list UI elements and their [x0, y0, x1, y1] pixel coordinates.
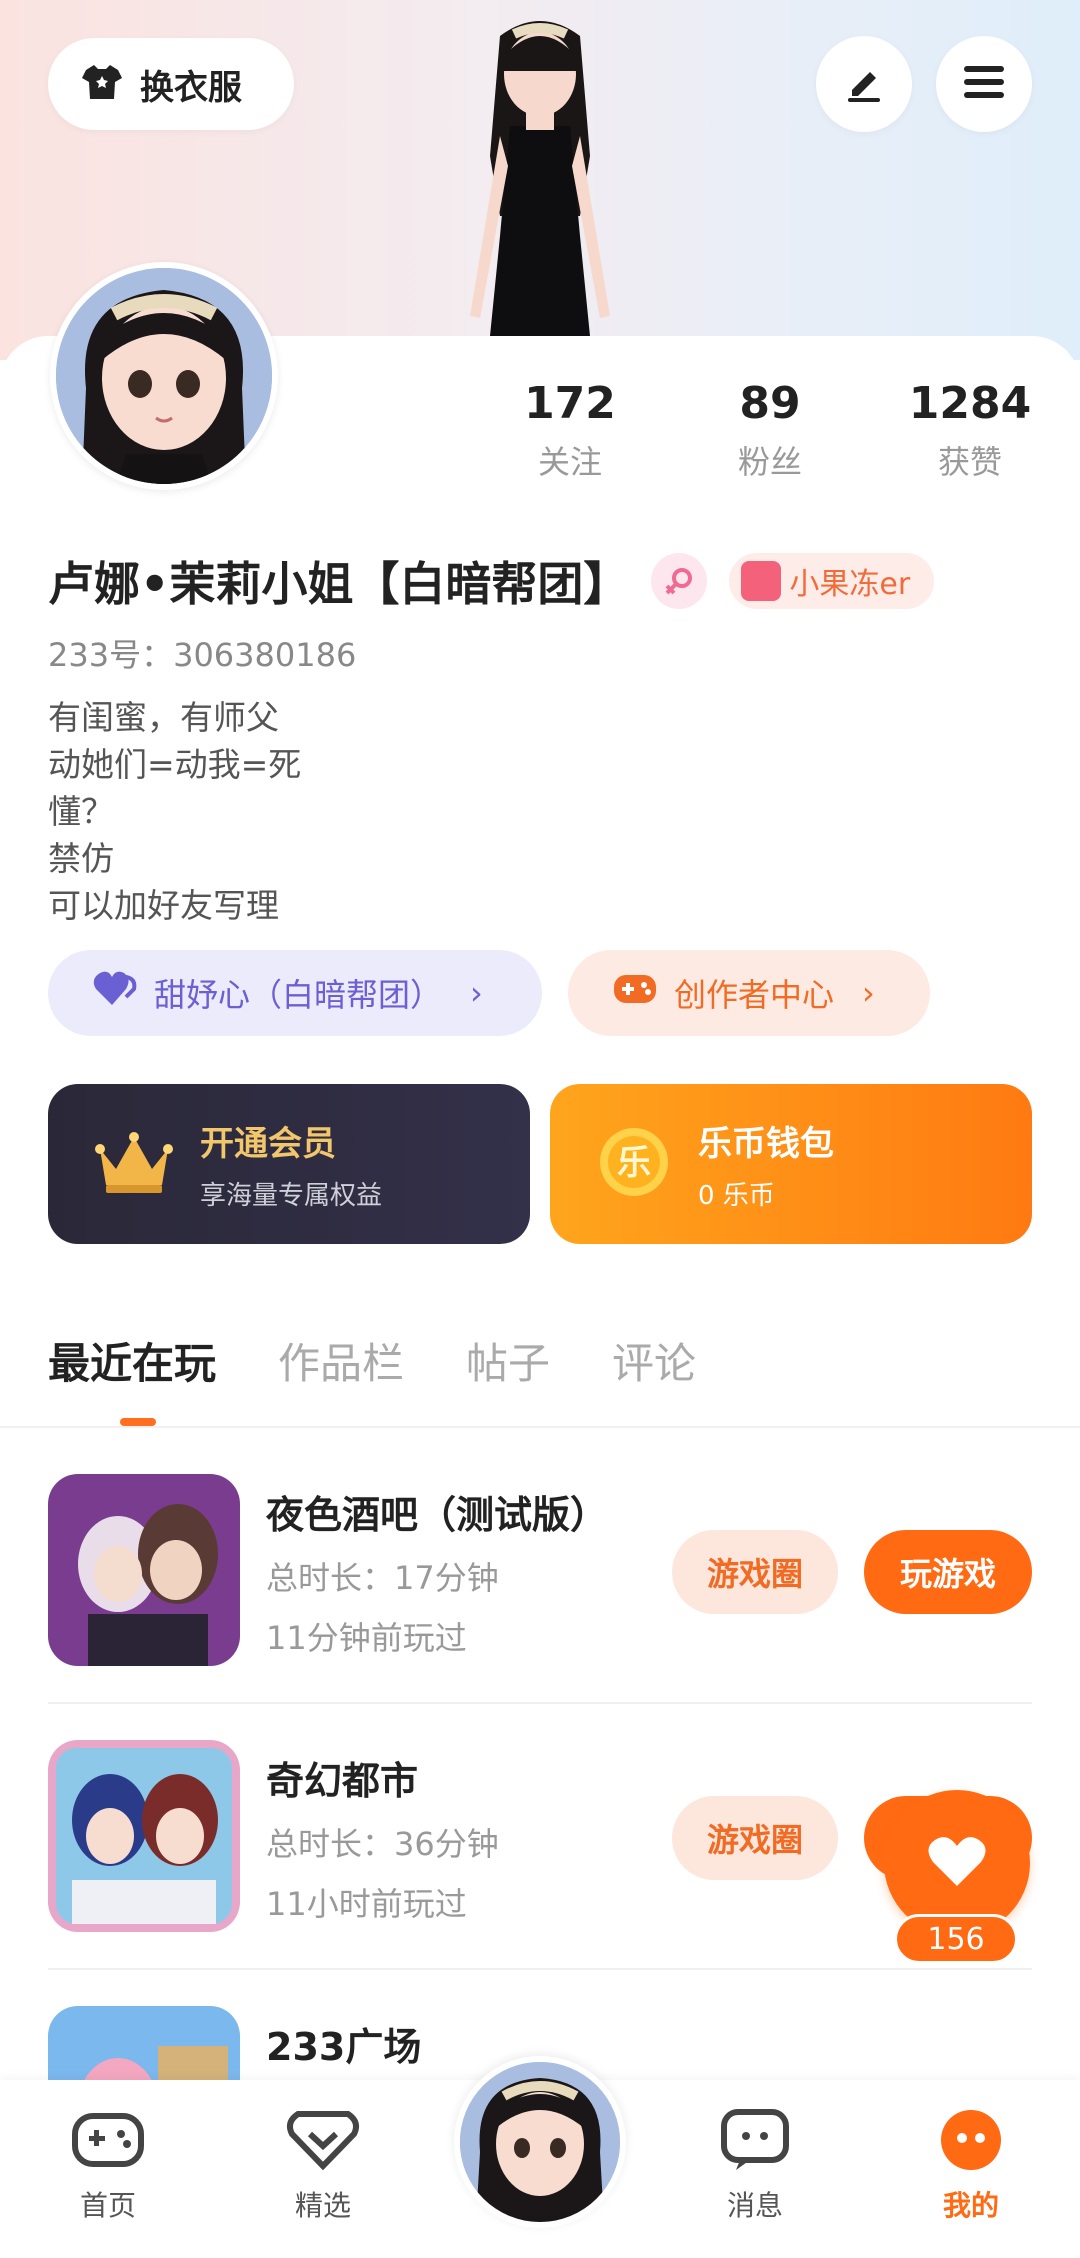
avatar-character-figure[interactable]	[430, 16, 650, 336]
game-last-played: 11分钟前玩过	[266, 1619, 467, 1657]
nav-home[interactable]: 首页	[33, 2108, 183, 2224]
game-info: 233广场	[266, 2016, 421, 2071]
heart-group-icon	[92, 969, 138, 1017]
play-game-button[interactable]: 玩游戏	[864, 1530, 1032, 1614]
divider	[48, 1702, 1032, 1704]
bio-line: 懂？	[48, 792, 114, 831]
game-circle-button[interactable]: 游戏圈	[672, 1530, 838, 1614]
edit-profile-button[interactable]	[816, 36, 912, 132]
creator-center-button[interactable]: 创作者中心 ›	[568, 950, 930, 1036]
game-title: 夜色酒吧（测试版）	[266, 1493, 609, 1537]
name-row: 卢娜•茉莉小姐【白暗帮团】 小果冻er	[48, 548, 935, 614]
game-duration: 总时长：36分钟	[266, 1825, 499, 1863]
nav-featured[interactable]: 精选	[248, 2108, 398, 2224]
stat-likes[interactable]: 1284 获赞	[870, 378, 1070, 483]
heart-icon	[927, 1834, 987, 1892]
nav-label: 我的	[942, 2189, 999, 2222]
group-pill-button[interactable]: 甜妤心（白暗帮团） ›	[48, 950, 542, 1036]
group-pill-label: 甜妤心（白暗帮团）	[154, 976, 443, 1014]
stat-label: 粉丝	[737, 443, 802, 481]
stat-following[interactable]: 172 关注	[470, 378, 670, 483]
profile-name: 卢娜•茉莉小姐【白暗帮团】	[48, 557, 630, 611]
game-title: 奇幻都市	[266, 1759, 419, 1803]
membership-title: 开通会员	[200, 1124, 336, 1164]
tab-recent-played[interactable]: 最近在玩	[48, 1330, 216, 1391]
user-id: 233号：306380186	[48, 636, 357, 674]
profile-tabs: 最近在玩 作品栏 帖子 评论	[48, 1330, 696, 1391]
shirt-icon	[82, 63, 122, 105]
badge-icon	[741, 561, 782, 601]
chevron-right-icon: ›	[862, 974, 875, 1012]
game-thumbnail[interactable]	[48, 1474, 240, 1666]
profile-avatar[interactable]	[50, 262, 278, 490]
creator-center-label: 创作者中心	[674, 976, 835, 1014]
divider	[48, 1968, 1032, 1970]
user-tag-label: 小果冻er	[789, 567, 911, 602]
bio-line: 可以加好友写理	[48, 886, 279, 925]
hamburger-icon	[962, 62, 1006, 106]
tab-works[interactable]: 作品栏	[278, 1330, 404, 1391]
profile-bio: 有闺蜜，有师父 动她们=动我=死 懂？ 禁仿 可以加好友写理	[48, 694, 301, 929]
active-tab-indicator	[120, 1418, 156, 1426]
menu-button[interactable]	[936, 36, 1032, 132]
chevron-right-icon: ›	[470, 974, 483, 1012]
change-outfit-label: 换衣服	[140, 67, 242, 108]
stat-label: 关注	[537, 443, 602, 481]
stat-value: 1284	[908, 378, 1032, 429]
tab-posts[interactable]: 帖子	[466, 1330, 550, 1391]
profile-face-icon	[934, 2110, 1008, 2176]
membership-subtitle: 享海量专属权益	[200, 1181, 383, 1211]
stat-label: 获赞	[937, 443, 1002, 481]
nav-avatar-button[interactable]	[454, 2056, 626, 2228]
stat-value: 89	[739, 378, 801, 429]
coin-icon: 乐	[596, 1124, 672, 1204]
nav-label: 消息	[726, 2189, 783, 2222]
change-outfit-button[interactable]: 换衣服	[48, 38, 294, 130]
game-last-played: 11小时前玩过	[266, 1885, 467, 1923]
nav-messages[interactable]: 消息	[680, 2108, 830, 2224]
game-info: 夜色酒吧（测试版） 总时长：17分钟 11分钟前玩过	[266, 1484, 608, 1659]
pen-icon	[842, 60, 886, 108]
wallet-title: 乐币钱包	[698, 1124, 834, 1164]
nav-label: 首页	[79, 2189, 136, 2222]
game-list-item[interactable]: 夜色酒吧（测试版） 总时长：17分钟 11分钟前玩过 游戏圈 玩游戏	[48, 1474, 1032, 1738]
gamepad-icon	[71, 2113, 145, 2176]
stat-followers[interactable]: 89 粉丝	[670, 378, 870, 483]
svg-text:乐: 乐	[617, 1143, 651, 1183]
divider	[0, 1426, 1080, 1428]
membership-card[interactable]: 开通会员 享海量专属权益	[48, 1084, 530, 1244]
crown-icon	[94, 1129, 174, 1199]
chat-bubble-icon	[718, 2109, 792, 2176]
wallet-card[interactable]: 乐 乐币钱包 0 乐币	[550, 1084, 1032, 1244]
female-icon	[651, 553, 708, 609]
gamepad-icon	[612, 971, 658, 1015]
bio-line: 动她们=动我=死	[48, 745, 302, 784]
wallet-balance: 0 乐币	[698, 1181, 775, 1211]
game-circle-button[interactable]: 游戏圈	[672, 1796, 838, 1880]
nav-label: 精选	[294, 2189, 351, 2222]
game-title: 233广场	[266, 2025, 422, 2069]
nav-me[interactable]: 我的	[896, 2108, 1046, 2224]
heart-gem-icon	[286, 2111, 360, 2176]
like-count: 156	[894, 1914, 1018, 1964]
profile-stats: 172 关注 89 粉丝 1284 获赞	[470, 378, 1070, 483]
bio-line: 有闺蜜，有师父	[48, 698, 279, 737]
tab-comments[interactable]: 评论	[612, 1330, 696, 1391]
bio-line: 禁仿	[48, 839, 114, 878]
game-duration: 总时长：17分钟	[266, 1559, 499, 1597]
game-thumbnail[interactable]	[48, 1740, 240, 1932]
game-info: 奇幻都市 总时长：36分钟 11小时前玩过	[266, 1750, 499, 1925]
user-tag-badge[interactable]: 小果冻er	[729, 553, 935, 609]
stat-value: 172	[524, 378, 616, 429]
